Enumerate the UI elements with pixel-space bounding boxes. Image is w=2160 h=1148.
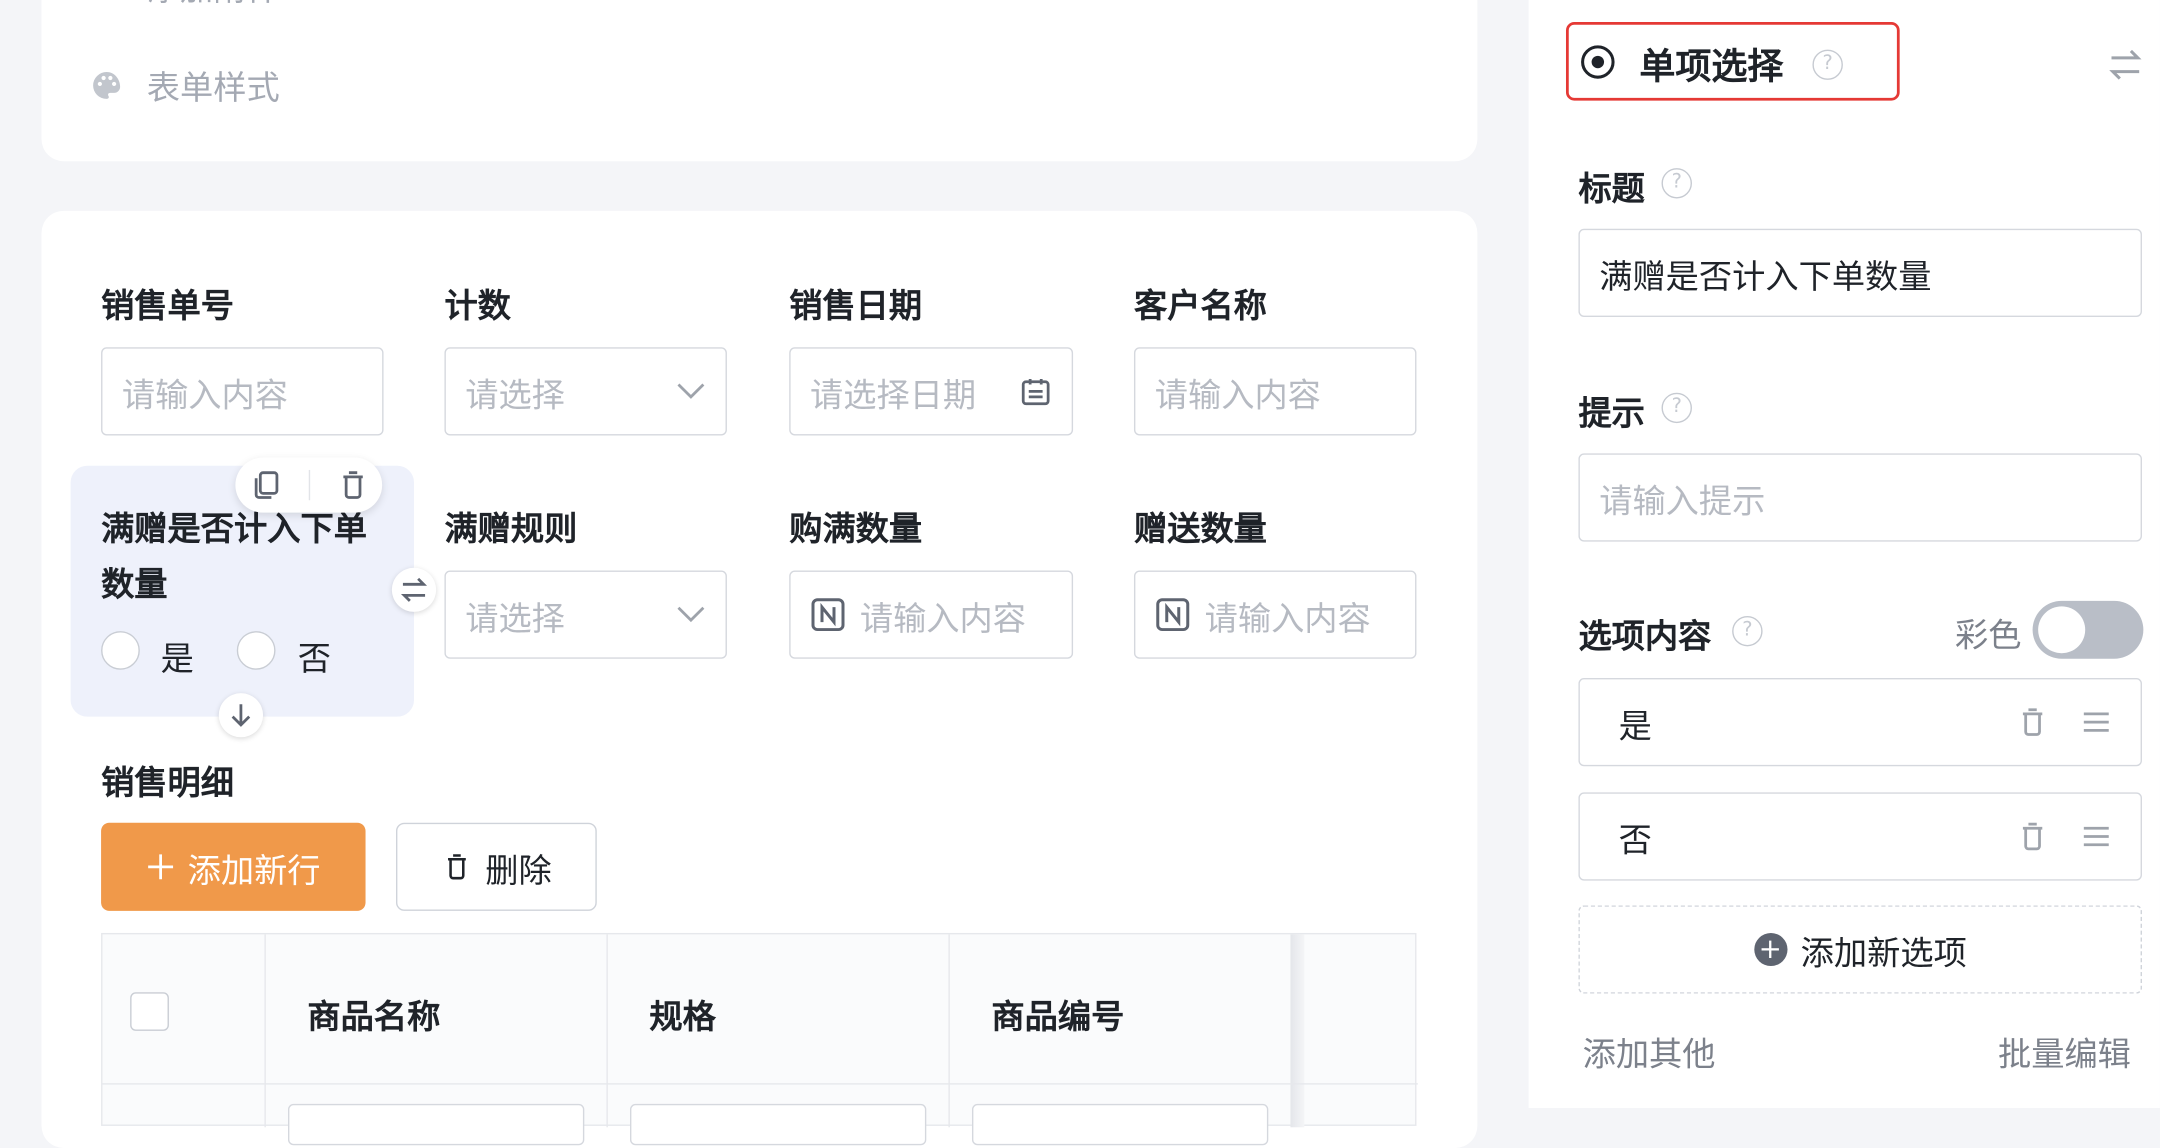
field-label-sale-date: 销售日期 <box>789 286 923 326</box>
plus-icon <box>147 854 173 880</box>
field-label-customer: 客户名称 <box>1133 286 1267 326</box>
toggle-knob <box>2038 606 2086 654</box>
hint-label: 提示 <box>1578 394 1645 433</box>
color-label: 彩色 <box>1955 616 2022 655</box>
customer-input[interactable]: 请输入内容 <box>1133 347 1417 436</box>
options-label: 选项内容 <box>1578 617 1712 656</box>
help-icon[interactable]: ? <box>1732 616 1763 647</box>
radio-yes[interactable] <box>101 631 140 670</box>
palette-icon <box>93 71 121 99</box>
upload-icon <box>89 0 125 3</box>
gift-rule-placeholder: 请选择 <box>465 598 565 638</box>
add-other-link[interactable]: 添加其他 <box>1583 1027 1716 1075</box>
form-style-item[interactable]: 表单样式 <box>89 61 280 109</box>
calendar-icon <box>1021 378 1050 406</box>
add-option-button[interactable]: + 添加新选项 <box>1578 905 2142 994</box>
option-row-yes[interactable]: 是 <box>1578 678 2142 767</box>
col-divider <box>948 934 950 1128</box>
switch-icon[interactable] <box>2107 47 2143 83</box>
number-icon <box>811 598 845 632</box>
title-input-value: 满赠是否计入下单数量 <box>1599 257 1932 296</box>
add-attachment-item[interactable]: 添加附件 <box>89 0 280 10</box>
full-qty-input[interactable]: 请输入内容 <box>789 570 1074 659</box>
field-label-full-qty: 购满数量 <box>789 509 923 549</box>
column-header-spec: 规格 <box>649 997 716 1037</box>
count-placeholder: 请选择 <box>465 375 565 415</box>
title-label: 标题 <box>1578 169 1645 209</box>
count-select[interactable]: 请选择 <box>444 347 727 436</box>
number-icon <box>1156 598 1190 632</box>
move-down-handle[interactable] <box>218 693 264 738</box>
add-row-button[interactable]: 添加新行 <box>101 822 366 911</box>
swap-horizontal-icon <box>400 577 428 602</box>
top-card: 添加附件 表单样式 <box>41 0 1478 162</box>
gift-rule-select[interactable]: 请选择 <box>444 570 727 659</box>
add-attachment-label: 添加附件 <box>147 0 280 10</box>
component-title: 单项选择 <box>1639 46 1784 89</box>
field-label-count: 计数 <box>444 286 511 326</box>
plus-circle-icon: + <box>1753 932 1787 967</box>
gift-qty-placeholder: 请输入内容 <box>1204 598 1371 638</box>
trash-icon[interactable] <box>336 469 369 502</box>
delete-button[interactable]: 删除 <box>395 822 597 911</box>
column-header-product-name: 商品名称 <box>307 997 441 1037</box>
swap-handle[interactable] <box>391 567 437 612</box>
column-header-product-code: 商品编号 <box>991 997 1125 1037</box>
help-icon[interactable]: ? <box>1661 168 1692 199</box>
row-divider <box>102 1083 1418 1085</box>
add-row-label: 添加新行 <box>187 850 321 890</box>
radio-yes-label: 是 <box>160 639 194 679</box>
arrow-down-icon <box>231 704 251 727</box>
full-qty-placeholder: 请输入内容 <box>859 598 1026 638</box>
hint-input[interactable]: 请输入提示 <box>1578 453 2142 542</box>
chevron-down-icon <box>677 606 705 623</box>
batch-edit-link[interactable]: 批量编辑 <box>1998 1027 2131 1075</box>
fixed-column-shadow <box>1290 934 1305 1128</box>
sales-detail-title: 销售明细 <box>101 763 234 803</box>
col-divider <box>606 934 608 1128</box>
delete-label: 删除 <box>485 850 552 890</box>
trash-icon <box>447 854 466 880</box>
product-code-cell-input[interactable] <box>971 1103 1269 1146</box>
option-no-text: 否 <box>1618 820 1652 860</box>
gift-qty-input[interactable]: 请输入内容 <box>1133 570 1417 659</box>
page: 添加附件 表单样式 销售单号 计数 销售日期 客户名称 请输入内容 请选择 请选… <box>0 0 2160 1148</box>
spec-cell-input[interactable] <box>629 1103 927 1146</box>
help-icon[interactable]: ? <box>1812 49 1843 80</box>
option-row-no[interactable]: 否 <box>1578 792 2142 881</box>
field-label-gift-qty: 赠送数量 <box>1133 509 1267 549</box>
select-all-checkbox[interactable] <box>130 992 169 1031</box>
form-style-label: 表单样式 <box>146 68 280 108</box>
toolbar-separator <box>308 469 310 501</box>
field-label-gift-rule: 满赠规则 <box>444 509 578 549</box>
product-name-cell-input[interactable] <box>287 1103 585 1146</box>
radio-target-icon <box>1581 45 1615 79</box>
copy-icon[interactable] <box>249 469 282 502</box>
sales-detail-table: 商品名称 规格 商品编号 <box>101 932 1418 1146</box>
title-input[interactable]: 满赠是否计入下单数量 <box>1578 228 2142 317</box>
radio-no-label: 否 <box>297 639 331 679</box>
option-yes-text: 是 <box>1618 706 1652 745</box>
drag-handle-icon[interactable] <box>2080 820 2113 853</box>
sale-date-picker[interactable]: 请选择日期 <box>789 347 1074 436</box>
field-label-order-no: 销售单号 <box>101 286 234 326</box>
trash-icon[interactable] <box>2016 706 2049 739</box>
help-icon[interactable]: ? <box>1661 392 1692 424</box>
radio-no[interactable] <box>236 631 276 670</box>
sale-date-placeholder: 请选择日期 <box>809 375 977 415</box>
selected-field-label: 满赠是否计入下单数量 <box>101 509 367 604</box>
trash-icon[interactable] <box>2016 820 2049 853</box>
add-option-label: 添加新选项 <box>1800 933 1967 973</box>
field-toolbar <box>235 457 383 513</box>
order-no-input[interactable]: 请输入内容 <box>101 347 384 436</box>
hint-placeholder: 请输入提示 <box>1599 481 1766 521</box>
customer-placeholder: 请输入内容 <box>1154 375 1321 415</box>
drag-handle-icon[interactable] <box>2080 706 2113 739</box>
col-divider <box>264 934 266 1128</box>
chevron-down-icon <box>677 383 705 399</box>
order-no-placeholder: 请输入内容 <box>121 375 288 415</box>
color-toggle[interactable] <box>2032 600 2144 659</box>
